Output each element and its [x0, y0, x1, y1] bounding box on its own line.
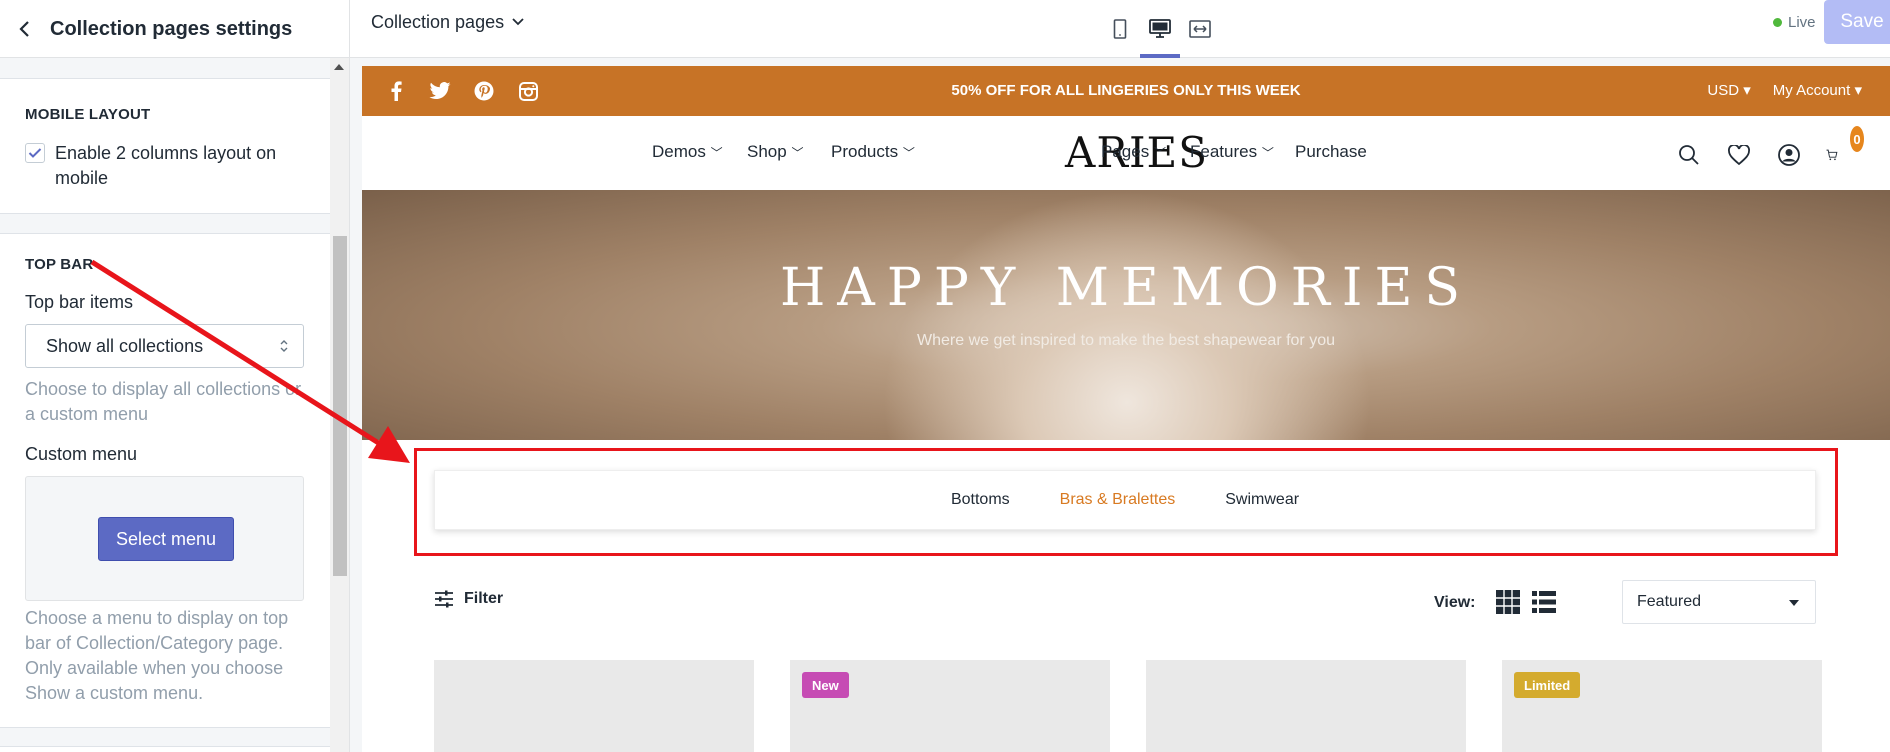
save-button[interactable]: Save [1824, 0, 1890, 44]
fullwidth-view-button[interactable] [1180, 0, 1220, 58]
next-section [0, 746, 330, 752]
announcement-bar: 50% OFF FOR ALL LINGERIES ONLY THIS WEEK… [362, 66, 1890, 116]
page-selector[interactable]: Collection pages [371, 0, 524, 44]
new-badge: New [802, 672, 849, 698]
checkmark-icon [28, 148, 42, 158]
scroll-up-icon[interactable] [334, 64, 344, 70]
nav-label: Purchase [1295, 142, 1367, 161]
currency-label: USD [1707, 82, 1740, 99]
chevron-left-icon [19, 21, 29, 37]
desktop-icon [1149, 19, 1171, 38]
cart-count-badge: 0 [1849, 126, 1864, 152]
chevron-down-icon [512, 18, 524, 26]
grid-view-icon[interactable] [1496, 590, 1520, 614]
panel-title: Collection pages settings [50, 17, 293, 40]
two-columns-checkbox-label: Enable 2 columns layout on mobile [55, 143, 277, 188]
account-icon[interactable] [1776, 142, 1802, 168]
collection-link-swimwear[interactable]: Swimwear [1225, 491, 1299, 509]
nav-item-pages[interactable]: Pages ﹀ [1101, 142, 1166, 162]
custom-menu-box: Select menu [25, 476, 304, 601]
account-menu[interactable]: My Account ▾ [1773, 81, 1862, 99]
store-preview: 50% OFF FOR ALL LINGERIES ONLY THIS WEEK… [350, 58, 1890, 752]
wishlist-heart-icon[interactable] [1726, 142, 1752, 168]
product-card[interactable] [434, 660, 754, 752]
custom-menu-help: Choose a menu to display on top bar of C… [25, 608, 289, 703]
settings-panel: MOBILE LAYOUT Enable 2 columns layout on… [0, 58, 330, 752]
account-label: My Account [1772, 82, 1851, 99]
top-bar-items-help: Choose to display all collections or a c… [25, 379, 302, 424]
live-label: Live [1788, 14, 1816, 31]
view-label: View: [1434, 594, 1476, 611]
chevron-down-icon: ﹀ [902, 146, 915, 160]
nav-item-shop[interactable]: Shop ﹀ [747, 142, 803, 162]
mobile-view-button[interactable] [1100, 0, 1140, 58]
select-menu-button[interactable]: Select menu [98, 517, 234, 561]
hero-title: HAPPY MEMORIES [779, 258, 1473, 318]
collection-link-bras-bralettes[interactable]: Bras & Bralettes [1060, 491, 1176, 509]
collection-link-bottoms[interactable]: Bottoms [951, 491, 1010, 509]
mobile-icon [1113, 19, 1127, 39]
main-nav: Demos ﹀ Shop ﹀ Products ﹀ ARIES Pages ﹀ … [362, 116, 1890, 190]
sort-value: Featured [1637, 593, 1702, 610]
page-selector-label: Collection pages [371, 11, 505, 32]
nav-item-features[interactable]: Features ﹀ [1190, 142, 1274, 162]
top-bar-heading: TOP BAR [25, 256, 94, 273]
editor-topbar: Collection pages settings Collection pag… [0, 0, 1890, 58]
chevron-down-icon: ﹀ [1153, 146, 1166, 160]
sliders-icon [435, 590, 453, 608]
collection-top-bar: Bottoms Bras & Bralettes Swimwear [434, 470, 1816, 530]
top-bar-items-select[interactable]: Show all collections [25, 324, 304, 368]
limited-badge: Limited [1514, 672, 1581, 698]
filter-button[interactable]: Filter [434, 590, 503, 608]
nav-label: Shop [747, 142, 787, 161]
panel-scrollbar[interactable] [330, 58, 350, 752]
top-bar-section: TOP BAR Top bar items Show all collectio… [0, 233, 330, 728]
announcement-text: 50% OFF FOR ALL LINGERIES ONLY THIS WEEK [951, 82, 1301, 99]
cart-icon[interactable]: 0 [1826, 126, 1864, 168]
caret-down-icon [1789, 600, 1799, 606]
filter-label: Filter [464, 590, 504, 607]
caret-down-icon: ▾ [1854, 82, 1862, 99]
announcement-right: USD ▾ My Account ▾ [1707, 81, 1862, 99]
desktop-view-button[interactable] [1140, 0, 1180, 58]
chevron-down-icon: ﹀ [710, 146, 723, 160]
list-view-icon[interactable] [1532, 590, 1556, 614]
storefront: 50% OFF FOR ALL LINGERIES ONLY THIS WEEK… [362, 66, 1890, 752]
select-arrows-icon [280, 340, 288, 352]
nav-label: Demos [652, 142, 706, 161]
two-columns-checkbox-row[interactable]: Enable 2 columns layout on mobile [25, 141, 315, 191]
product-card[interactable] [1146, 660, 1466, 752]
scrollbar-thumb[interactable] [333, 236, 347, 576]
caret-down-icon: ▾ [1743, 82, 1751, 99]
mobile-layout-heading: MOBILE LAYOUT [25, 106, 151, 123]
top-bar-items-label: Top bar items [25, 292, 134, 312]
live-status: Live [1773, 14, 1816, 31]
live-dot-icon [1773, 18, 1782, 27]
nav-item-demos[interactable]: Demos ﹀ [652, 142, 723, 162]
expand-icon [1189, 20, 1211, 38]
currency-selector[interactable]: USD ▾ [1707, 81, 1750, 99]
hero-subtitle: Where we get inspired to make the best s… [917, 332, 1335, 349]
product-card[interactable]: Limited [1502, 660, 1822, 752]
hero-banner: HAPPY MEMORIES Where we get inspired to … [362, 190, 1890, 440]
device-switcher [1100, 0, 1220, 58]
product-card[interactable]: New [790, 660, 1110, 752]
chevron-down-icon: ﹀ [1261, 146, 1274, 160]
nav-item-products[interactable]: Products ﹀ [831, 142, 915, 162]
back-button[interactable] [0, 0, 50, 58]
product-toolbar: Filter View: Featured [434, 580, 1816, 626]
nav-icons: 0 [1676, 126, 1864, 168]
custom-menu-label: Custom menu [25, 444, 138, 464]
search-icon[interactable] [1676, 142, 1702, 168]
top-bar-items-value: Show all collections [46, 335, 204, 356]
nav-item-purchase[interactable]: Purchase [1295, 142, 1367, 162]
chevron-down-icon: ﹀ [791, 146, 804, 160]
two-columns-checkbox[interactable] [25, 143, 45, 163]
sort-select[interactable]: Featured [1622, 580, 1816, 624]
nav-label: Products [831, 142, 899, 161]
panel-header: Collection pages settings [0, 0, 350, 58]
mobile-layout-section: MOBILE LAYOUT Enable 2 columns layout on… [0, 78, 330, 214]
nav-label: Pages [1101, 142, 1150, 161]
nav-label: Features [1190, 142, 1258, 161]
